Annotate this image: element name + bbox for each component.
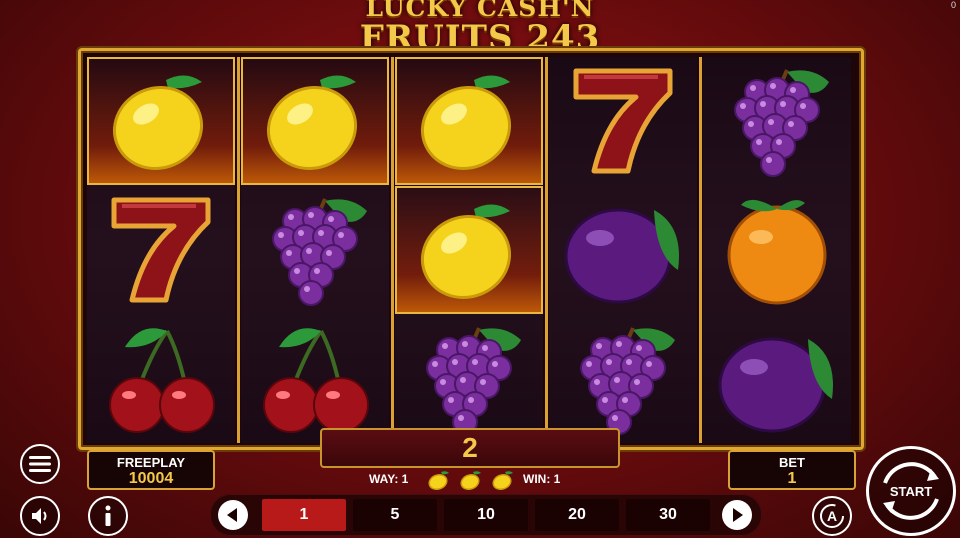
lemon-icon — [266, 75, 358, 170]
orange-icon — [727, 199, 827, 305]
corner-counter: 0 — [950, 0, 956, 10]
reel-2-symbol-2 — [241, 186, 389, 314]
lemon-icon — [420, 75, 512, 170]
grapes-icon — [580, 327, 675, 435]
grapes-icon — [734, 69, 829, 177]
reel-5-symbol-3 — [703, 315, 851, 443]
bet-next-button[interactable] — [722, 500, 752, 530]
autoplay-button[interactable]: A — [812, 496, 852, 536]
start-label: START — [889, 483, 933, 499]
seven-icon — [111, 197, 211, 303]
reel-5 — [703, 57, 851, 443]
reel-2-symbol-3 — [241, 315, 389, 443]
reel-divider — [545, 57, 548, 443]
reel-1-symbol-3 — [87, 315, 235, 443]
win-count-text: WIN: 1 — [523, 472, 561, 486]
reel-divider — [699, 57, 702, 443]
game-title: LUCKY CASH'N FRUITS 243 — [0, 0, 960, 55]
reel-1-symbol-2 — [87, 186, 235, 314]
hamburger-menu-icon — [29, 456, 51, 472]
reel-2-symbol-1 — [241, 57, 389, 185]
sound-button[interactable] — [20, 496, 60, 536]
reel-3-symbol-3 — [395, 315, 543, 443]
bet-label: BET — [779, 455, 805, 470]
reel-4 — [549, 57, 697, 443]
speaker-icon — [32, 508, 47, 524]
mini-lemon-icon — [492, 470, 514, 495]
grapes-icon — [426, 327, 521, 435]
bet-value: 1 — [787, 470, 797, 487]
plum-icon — [718, 337, 833, 433]
reel-4-symbol-2 — [549, 186, 697, 314]
lemon-icon — [112, 75, 204, 170]
bet-option-30[interactable]: 30 — [626, 499, 710, 531]
bet-option-1[interactable]: 1 — [262, 499, 346, 531]
reel-5-symbol-2 — [703, 186, 851, 314]
reel-3-symbol-1 — [395, 57, 543, 185]
start-spin-button[interactable]: START — [866, 446, 956, 536]
reels-frame — [78, 48, 864, 450]
lemon-icon — [420, 204, 512, 299]
reel-1-symbol-1 — [87, 57, 235, 185]
bet-panel: BET 1 — [728, 450, 856, 490]
freeplay-value: 10004 — [128, 470, 174, 487]
seven-icon — [573, 68, 673, 174]
bet-option-5[interactable]: 5 — [353, 499, 437, 531]
bet-prev-button[interactable] — [218, 500, 248, 530]
cherry-icon — [109, 328, 215, 433]
svg-text:A: A — [827, 508, 837, 524]
bet-selector: 1 5 10 20 30 — [210, 494, 762, 536]
reel-1 — [87, 57, 235, 443]
reel-4-symbol-1 — [549, 57, 697, 185]
grapes-icon — [272, 198, 367, 306]
reel-divider — [237, 57, 240, 443]
plum-icon — [564, 208, 679, 304]
autoplay-icon: A — [820, 504, 844, 528]
arrow-right-icon — [733, 508, 743, 522]
mini-lemon-icon — [460, 470, 482, 495]
mini-lemon-icon — [428, 470, 450, 495]
menu-button[interactable] — [20, 444, 60, 484]
freeplay-panel: FREEPLAY 10004 — [87, 450, 215, 490]
reel-3-symbol-2 — [395, 186, 543, 314]
way-count-text: WAY: 1 — [369, 472, 409, 486]
reel-5-symbol-1 — [703, 57, 851, 185]
win-amount-display: 2 — [320, 428, 620, 468]
bet-option-10[interactable]: 10 — [444, 499, 528, 531]
cherry-icon — [263, 328, 369, 433]
reel-divider — [391, 57, 394, 443]
info-button[interactable] — [88, 496, 128, 536]
info-icon — [105, 505, 111, 526]
freeplay-label: FREEPLAY — [116, 455, 186, 470]
bet-option-20[interactable]: 20 — [535, 499, 619, 531]
reel-3 — [395, 57, 543, 443]
reel-4-symbol-3 — [549, 315, 697, 443]
arrow-left-icon — [227, 508, 237, 522]
reel-2 — [241, 57, 389, 443]
